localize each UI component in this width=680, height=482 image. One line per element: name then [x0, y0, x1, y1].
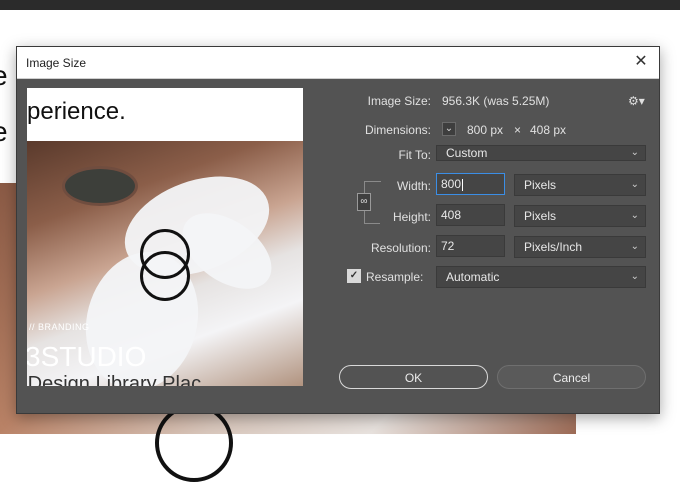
- resolution-label: Resolution:: [370, 241, 431, 255]
- preview-photo: // BRANDING 3STUDIO ·Design Library Plac: [27, 141, 303, 386]
- close-icon[interactable]: ✕: [629, 51, 653, 73]
- fit-to-value: Custom: [446, 146, 488, 160]
- chevron-down-icon: ⌄: [630, 179, 639, 190]
- canvas-logo-ring: [155, 404, 233, 482]
- canvas-text-line-2: e: [0, 116, 8, 148]
- resample-label: Resample:: [366, 270, 424, 284]
- cancel-button[interactable]: Cancel: [497, 365, 646, 389]
- resolution-unit-value: Pixels/Inch: [524, 240, 583, 254]
- dimensions-height: 408 px: [530, 123, 567, 137]
- height-label: Height:: [392, 210, 431, 224]
- height-unit-select[interactable]: Pixels ⌄: [514, 205, 646, 227]
- resample-value: Automatic: [446, 270, 500, 284]
- image-preview[interactable]: perience. // BRANDING 3STUDIO ·Design Li…: [27, 88, 303, 386]
- width-unit-select[interactable]: Pixels ⌄: [514, 174, 646, 196]
- resolution-value: 72: [441, 239, 455, 253]
- chevron-down-icon: ⌄: [630, 210, 639, 221]
- resolution-unit-select[interactable]: Pixels/Inch ⌄: [514, 236, 646, 258]
- app-top-bar: [0, 0, 680, 10]
- height-input[interactable]: 408: [436, 204, 505, 226]
- width-label: Width:: [396, 179, 431, 193]
- preview-logo-ring-bottom: [140, 251, 190, 301]
- image-size-dialog: Image Size ✕ perience. // BRANDING 3STUD…: [16, 46, 660, 414]
- resample-select[interactable]: Automatic ⌄: [436, 266, 646, 288]
- dialog-titlebar: Image Size ✕: [17, 47, 659, 79]
- height-unit-value: Pixels: [524, 209, 557, 223]
- dialog-title: Image Size: [26, 56, 87, 70]
- resolution-input[interactable]: 72: [436, 235, 505, 257]
- preview-studio-text: 3STUDIO: [27, 341, 147, 372]
- preview-eye: [62, 166, 138, 206]
- preview-header-area: perience.: [27, 88, 303, 141]
- dimensions-separator: ×: [514, 123, 522, 137]
- gear-icon[interactable]: ⚙▾: [628, 94, 645, 108]
- text-caret: [462, 178, 464, 191]
- preview-heading: perience.: [27, 98, 126, 125]
- image-size-label: Image Size:: [367, 94, 431, 108]
- link-chain-icon[interactable]: ∞: [357, 193, 371, 211]
- chevron-down-icon[interactable]: ⌄: [442, 122, 456, 136]
- height-value: 408: [441, 208, 462, 222]
- fit-to-label: Fit To:: [398, 148, 431, 162]
- fit-to-select[interactable]: Custom ⌄: [436, 145, 646, 161]
- dimensions-label: Dimensions:: [364, 123, 431, 137]
- width-value: 800: [441, 177, 462, 191]
- preview-library-text: ·Design Library Plac: [27, 373, 202, 386]
- resample-checkbox[interactable]: ✓: [347, 269, 361, 283]
- preview-small-label: // BRANDING: [29, 322, 90, 332]
- canvas-text-line-1: e: [0, 60, 8, 92]
- dimensions-width: 800 px: [467, 123, 504, 137]
- image-size-value: 956.3K (was 5.25M): [442, 94, 550, 108]
- chevron-down-icon: ⌄: [630, 271, 639, 282]
- chevron-down-icon: ⌄: [630, 147, 639, 158]
- width-input[interactable]: 800: [436, 173, 505, 195]
- width-unit-value: Pixels: [524, 178, 557, 192]
- chevron-down-icon: ⌄: [630, 241, 639, 252]
- ok-button[interactable]: OK: [339, 365, 488, 389]
